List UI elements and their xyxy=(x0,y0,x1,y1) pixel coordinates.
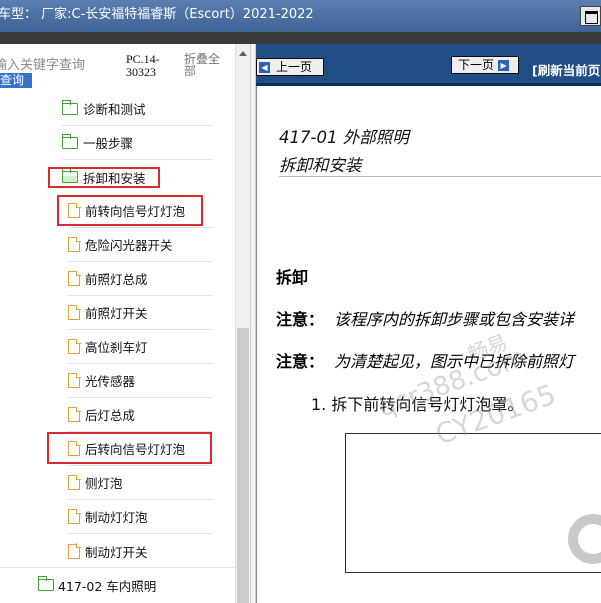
page-nav-bar: ◀ 上一页 下一页 ▶ [刷新当前页 xyxy=(256,44,601,86)
highlight-box xyxy=(48,167,160,188)
procedure-heading: 拆卸 xyxy=(276,268,309,287)
query-button[interactable]: 查询 xyxy=(0,73,32,88)
document-icon xyxy=(68,372,81,388)
refresh-page-link[interactable]: [刷新当前页 xyxy=(532,60,600,79)
tree-node-label: 一般步骤 xyxy=(83,136,134,151)
scroll-up-arrow-icon[interactable] xyxy=(239,51,247,56)
next-page-button[interactable]: 下一页 ▶ xyxy=(451,56,519,74)
tree-node-label: 前照灯开关 xyxy=(85,306,148,321)
tree-node-label: 417-02 车内照明 xyxy=(58,578,157,594)
section-subtitle: 拆卸和安装 xyxy=(279,156,362,175)
note-text: 该程序内的拆卸步骤或包含安装详 xyxy=(334,310,575,329)
tree-node-headlamp-switch[interactable]: 前照灯开关 xyxy=(68,296,213,330)
folder-icon xyxy=(61,133,78,149)
tree-node-diagnostics[interactable]: 诊断和测试 xyxy=(61,92,212,126)
prev-page-button[interactable]: ◀ 上一页 xyxy=(256,58,324,76)
content-panel: ◀ 上一页 下一页 ▶ [刷新当前页 417-01 外部照明 拆卸和安装 拆卸 … xyxy=(256,44,601,603)
arrow-right-icon: ▶ xyxy=(498,59,510,71)
tree-node-brake-lamp-bulb[interactable]: 制动灯灯泡 xyxy=(68,500,213,534)
note-text: 为清楚起见，图示中已拆除前照灯 xyxy=(334,352,575,371)
tree-node-label: 光传感器 xyxy=(85,374,136,389)
document-icon xyxy=(68,270,81,286)
tree-node-headlamp-assembly[interactable]: 前照灯总成 xyxy=(68,262,213,296)
section-title: 417-01 外部照明 xyxy=(279,128,409,147)
folder-icon xyxy=(61,99,78,115)
document-view: 417-01 外部照明 拆卸和安装 拆卸 注意： 该程序内的拆卸步骤或包含安装详 … xyxy=(256,86,601,603)
document-icon xyxy=(68,474,81,490)
tree-node-interior-lighting[interactable]: 417-02 车内照明 xyxy=(37,568,218,602)
next-page-label: 下一页 xyxy=(458,58,495,72)
collapse-all-link[interactable]: 折叠全部 xyxy=(184,53,226,77)
figure-logo-icon xyxy=(568,514,601,564)
document-icon xyxy=(68,236,81,252)
search-row: 查询 PC.14-30323 折叠全部 xyxy=(0,44,235,90)
tree-node-label: 诊断和测试 xyxy=(83,102,146,117)
document-icon xyxy=(68,543,81,559)
tree-node-label: 制动灯开关 xyxy=(85,544,148,560)
procedure-step-1: 1. 拆下前转向信号灯灯泡罩。 xyxy=(311,395,524,414)
document-icon xyxy=(68,304,81,320)
tree-node-brake-lamp-switch[interactable]: 制动灯开关 xyxy=(68,534,213,568)
maximize-window-button[interactable] xyxy=(580,6,601,26)
title-underline xyxy=(279,176,601,177)
tree-node-side-bulb[interactable]: 侧灯泡 xyxy=(68,466,213,500)
note-key: 注意： xyxy=(276,352,325,371)
note-key: 注意： xyxy=(276,310,325,329)
scrollbar-thumb[interactable] xyxy=(237,328,249,603)
highlight-box xyxy=(47,432,212,464)
arrow-left-icon: ◀ xyxy=(259,61,270,73)
tree-node-general-procedures[interactable]: 一般步骤 xyxy=(61,126,212,160)
tree-node-label: 危险闪光器开关 xyxy=(85,238,173,253)
tree-node-label: 制动灯灯泡 xyxy=(85,510,148,525)
window-title: 车型： 厂家:C-长安福特福睿斯（Escort）2021-2022 xyxy=(0,7,314,22)
note-2: 注意： 为清楚起见，图示中已拆除前照灯 xyxy=(276,348,574,372)
tree-node-hazard-switch[interactable]: 危险闪光器开关 xyxy=(68,228,213,262)
navigation-panel: 查询 PC.14-30323 折叠全部 诊断和测试 一般步骤 拆卸和安装 前转向… xyxy=(0,44,235,603)
prev-page-label: 上一页 xyxy=(276,60,313,74)
tree-node-label: 前照灯总成 xyxy=(85,272,148,287)
tree-node-label: 后灯总成 xyxy=(85,408,136,423)
note-1: 注意： 该程序内的拆卸步骤或包含安装详 xyxy=(276,306,574,330)
document-icon xyxy=(68,338,81,354)
tree-node-high-mount-brake-lamp[interactable]: 高位刹车灯 xyxy=(68,330,213,364)
tree-node-light-sensor[interactable]: 光传感器 xyxy=(68,364,213,398)
toolbar-strip xyxy=(0,32,601,44)
pc-code-label: PC.14-30323 xyxy=(126,52,160,79)
procedure-figure xyxy=(345,433,601,573)
tree-node-rear-lamp-assembly[interactable]: 后灯总成 xyxy=(68,398,213,432)
tree-scrollbar[interactable] xyxy=(235,44,250,603)
tree-node-label: 侧灯泡 xyxy=(85,476,123,491)
folder-icon xyxy=(37,576,54,591)
tree-node-label: 高位刹车灯 xyxy=(85,340,148,355)
window-titlebar: 车型： 厂家:C-长安福特福睿斯（Escort）2021-2022 xyxy=(0,0,601,32)
highlight-box xyxy=(57,195,203,226)
document-icon xyxy=(68,508,81,524)
document-icon xyxy=(68,406,81,422)
